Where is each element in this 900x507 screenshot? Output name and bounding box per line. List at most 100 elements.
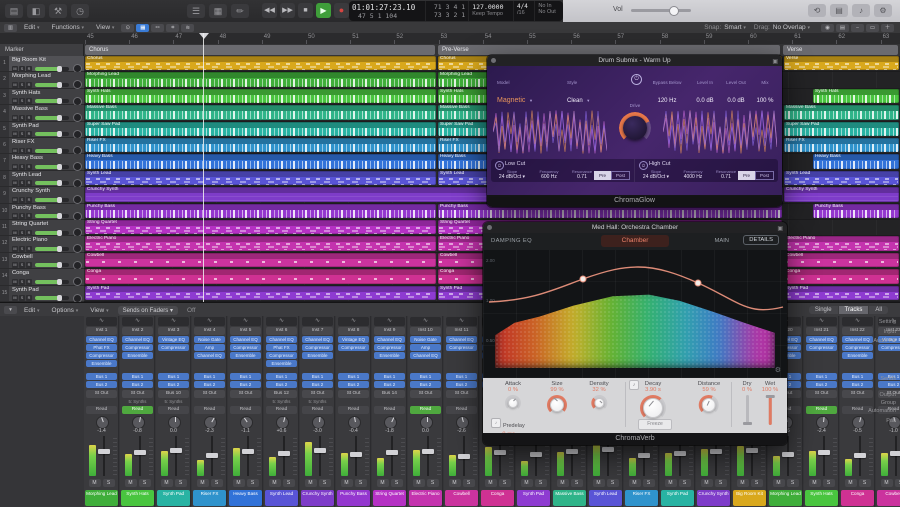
group-slot[interactable] bbox=[86, 399, 117, 405]
knob-dial[interactable] bbox=[594, 398, 604, 408]
mute-button[interactable]: M bbox=[557, 479, 569, 487]
fader-handle[interactable] bbox=[458, 454, 470, 459]
mute-button[interactable]: M bbox=[12, 246, 18, 252]
channel-name[interactable]: Synth Pad bbox=[517, 490, 550, 506]
channel-name[interactable]: Synth Lead bbox=[265, 490, 298, 506]
audio-fx-slot[interactable]: Ensemble bbox=[374, 352, 405, 359]
mute-button[interactable]: M bbox=[12, 295, 18, 301]
drive-knob[interactable] bbox=[623, 116, 647, 140]
eq-thumbnail[interactable]: ∿ bbox=[158, 317, 189, 326]
track-volume-slider[interactable] bbox=[35, 149, 69, 153]
send-slot[interactable]: Bus 2 bbox=[266, 381, 297, 388]
audio-fx-slot[interactable]: Ensemble bbox=[302, 352, 333, 359]
track-header[interactable]: 14CongaMSR bbox=[0, 269, 84, 285]
low-cut-slope[interactable]: Slope24 dB/Oct ▾ bbox=[495, 169, 529, 180]
smart-controls-icon[interactable]: ◷ bbox=[71, 4, 89, 18]
track-header[interactable]: 5Synth PadMSR bbox=[0, 122, 84, 138]
automation-mode[interactable]: Read bbox=[194, 406, 225, 414]
solo-button[interactable]: S bbox=[19, 197, 25, 203]
track-header[interactable]: 13CowbellMSR bbox=[0, 253, 84, 269]
region[interactable]: Massive Bass bbox=[784, 105, 899, 119]
play-button[interactable]: ▶ bbox=[316, 3, 331, 18]
channel-name[interactable]: Synth Pad bbox=[157, 490, 190, 506]
channel-name[interactable]: Conga bbox=[481, 490, 514, 506]
knob-attack[interactable]: Attack0 % bbox=[505, 381, 521, 411]
channel-strip[interactable]: ∿Inst 6Channel EQPhat FXCompressorEnsemb… bbox=[264, 316, 299, 507]
solo-button[interactable]: S bbox=[391, 479, 403, 487]
region[interactable]: Riser FX bbox=[85, 138, 436, 152]
cycle-icon[interactable]: ⟲ bbox=[808, 4, 826, 17]
record-enable-button[interactable]: R bbox=[26, 197, 32, 203]
solo-button[interactable]: S bbox=[19, 98, 25, 104]
audio-fx-slot[interactable]: Compressor bbox=[158, 344, 189, 351]
solo-button[interactable]: S bbox=[19, 131, 25, 137]
region[interactable]: Heavy Bass bbox=[813, 154, 899, 168]
knob-dial[interactable] bbox=[702, 398, 716, 412]
solo-button[interactable]: S bbox=[247, 479, 259, 487]
eq-point-1[interactable] bbox=[580, 276, 586, 282]
audio-fx-slot[interactable]: Channel EQ bbox=[374, 336, 405, 343]
solo-button[interactable]: S bbox=[715, 479, 727, 487]
audio-fx-slot[interactable]: Channel EQ bbox=[86, 336, 117, 343]
track-volume-thumb[interactable] bbox=[57, 131, 62, 137]
menu-functions[interactable]: Functions ▾ bbox=[52, 24, 85, 31]
output-slot[interactable]: St Out bbox=[86, 390, 117, 398]
audio-fx-slot[interactable]: Compressor bbox=[374, 344, 405, 351]
stop-button[interactable]: ■ bbox=[298, 3, 313, 18]
solo-button[interactable]: S bbox=[19, 262, 25, 268]
record-enable-button[interactable]: R bbox=[26, 180, 32, 186]
track-volume-slider[interactable] bbox=[35, 181, 69, 185]
notes-icon[interactable]: ♪ bbox=[852, 4, 870, 17]
audio-fx-slot[interactable]: Channel EQ bbox=[230, 336, 261, 343]
mute-button[interactable]: M bbox=[12, 197, 18, 203]
pencil-icon[interactable]: ✏ bbox=[231, 4, 249, 18]
eq-thumbnail[interactable]: ∿ bbox=[266, 317, 297, 326]
solo-button[interactable]: S bbox=[19, 82, 25, 88]
fader-handle[interactable] bbox=[638, 453, 650, 458]
crosshair-tool-icon[interactable]: ⊙ bbox=[121, 24, 134, 32]
audio-fx-slot[interactable]: Compressor bbox=[842, 344, 873, 351]
mute-button[interactable]: M bbox=[701, 479, 713, 487]
group-slot[interactable] bbox=[230, 399, 261, 405]
channel-name[interactable]: Riser FX bbox=[625, 490, 658, 506]
eq-thumbnail[interactable]: ∿ bbox=[302, 317, 333, 326]
track-header[interactable]: 8Synth LeadMSR bbox=[0, 171, 84, 187]
style-control[interactable]: Style Clean ▾ bbox=[567, 71, 589, 107]
chromaglow-titlebar[interactable]: Drum Submix - Warm Up ▣ bbox=[487, 55, 782, 66]
solo-button[interactable]: S bbox=[211, 479, 223, 487]
output-slot[interactable]: St Out bbox=[338, 390, 369, 398]
channel-name[interactable]: Synth Hats bbox=[121, 490, 154, 506]
solo-button[interactable]: S bbox=[139, 479, 151, 487]
audio-fx-slot[interactable]: Compressor bbox=[266, 352, 297, 359]
mixer-view-single[interactable]: Single bbox=[809, 306, 838, 314]
audio-fx-slot[interactable]: Compressor bbox=[230, 344, 261, 351]
mute-button[interactable]: M bbox=[341, 479, 353, 487]
channel-name[interactable]: Massive Bass bbox=[553, 490, 586, 506]
mute-button[interactable]: M bbox=[593, 479, 605, 487]
fader-handle[interactable] bbox=[710, 449, 722, 454]
region[interactable]: Cowbell bbox=[85, 253, 436, 267]
send-slot[interactable]: Bus 2 bbox=[194, 381, 225, 388]
record-enable-button[interactable]: R bbox=[26, 164, 32, 170]
channel-name[interactable]: Cowbell bbox=[877, 490, 900, 506]
solo-button[interactable]: S bbox=[571, 479, 583, 487]
audio-fx-slot[interactable]: Channel EQ bbox=[194, 352, 225, 359]
solo-button[interactable]: S bbox=[427, 479, 439, 487]
mixer-view-tracks[interactable]: Tracks bbox=[839, 306, 869, 314]
mixer-config-icon[interactable]: ▾ bbox=[4, 306, 17, 314]
zoom-in-icon[interactable]: ＋ bbox=[881, 24, 894, 32]
input-slot[interactable]: Inst 1 bbox=[86, 327, 117, 335]
group-slot[interactable] bbox=[374, 399, 405, 405]
fader-handle[interactable] bbox=[134, 450, 146, 455]
high-cut-slope[interactable]: Slope24 dB/Oct ▾ bbox=[639, 169, 673, 180]
mute-button[interactable]: M bbox=[449, 479, 461, 487]
tab-details[interactable]: DETAILS bbox=[743, 235, 779, 245]
solo-button[interactable]: S bbox=[19, 148, 25, 154]
mute-button[interactable]: M bbox=[12, 262, 18, 268]
record-enable-button[interactable]: R bbox=[26, 246, 32, 252]
fader-handle[interactable] bbox=[278, 451, 290, 456]
low-cut-frequency[interactable]: Frequency600 Hz bbox=[533, 169, 565, 180]
record-enable-button[interactable]: R bbox=[26, 115, 32, 121]
mute-button[interactable]: M bbox=[845, 479, 857, 487]
lcd-display[interactable]: 01:01:27:23.10 47 5 1 104 71 3 4 1 73 3 … bbox=[349, 1, 563, 21]
